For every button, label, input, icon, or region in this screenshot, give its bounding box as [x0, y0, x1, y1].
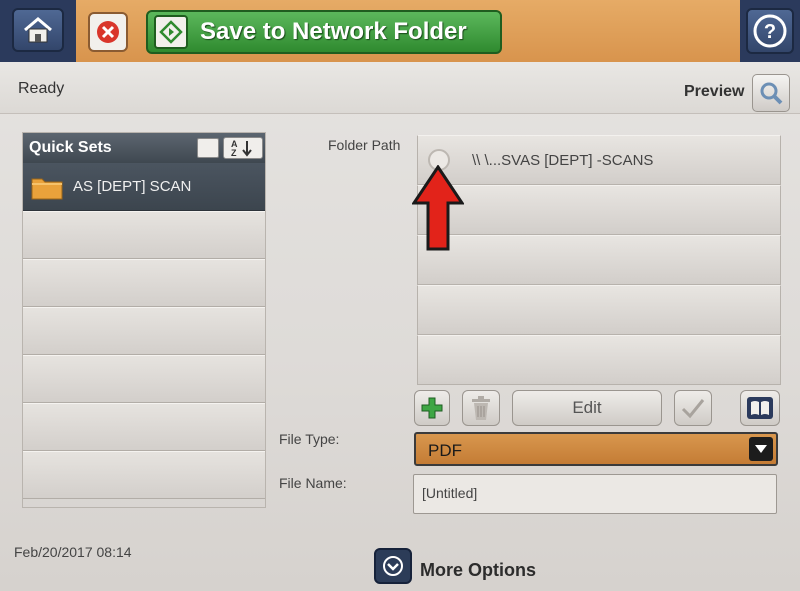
- save-to-network-folder-button[interactable]: Save to Network Folder: [146, 10, 502, 54]
- check-icon: [681, 399, 705, 419]
- status-bar: Ready Preview: [0, 62, 800, 114]
- add-icon: [421, 397, 443, 419]
- quick-set-item-label: AS [DEPT] SCAN: [73, 178, 192, 195]
- start-button-label: Save to Network Folder: [200, 18, 467, 45]
- quick-sets-panel: Quick Sets A Z AS [DEPT] SCAN: [22, 132, 266, 508]
- help-button[interactable]: ?: [746, 8, 794, 54]
- edit-button-label: Edit: [572, 398, 602, 417]
- delete-button[interactable]: [462, 390, 500, 426]
- book-icon: [747, 397, 773, 419]
- sort-az-icon: A Z: [231, 139, 252, 157]
- folder-path-empty-row[interactable]: [417, 185, 781, 235]
- quick-set-empty-slot[interactable]: [23, 307, 265, 355]
- quick-set-empty-slot[interactable]: [23, 211, 265, 259]
- quick-sets-title: Quick Sets: [29, 139, 112, 156]
- chevron-down-icon: [749, 437, 773, 461]
- start-icon: [154, 15, 188, 49]
- file-type-label: File Type:: [279, 431, 340, 447]
- quick-set-empty-slot[interactable]: [23, 355, 265, 403]
- folder-path-text: \\ \...SVAS [DEPT] -SCANS: [472, 151, 654, 169]
- trash-icon: [472, 396, 490, 420]
- folder-path-empty-row[interactable]: [417, 235, 781, 285]
- folder-path-row[interactable]: \\ \...SVAS [DEPT] -SCANS: [417, 135, 781, 185]
- file-type-select[interactable]: PDF: [414, 432, 778, 466]
- scan-screen: Save to Network Folder ? Ready Preview Q…: [0, 0, 800, 591]
- quick-set-empty-slot[interactable]: [23, 259, 265, 307]
- bottom-bar: Feb/20/2017 08:14 More Options: [0, 532, 800, 591]
- edit-button[interactable]: Edit: [512, 390, 662, 426]
- quick-set-item[interactable]: AS [DEPT] SCAN: [23, 163, 265, 211]
- folder-path-empty-row[interactable]: [417, 335, 781, 385]
- cancel-button[interactable]: [88, 12, 128, 52]
- quick-sets-select-checkbox[interactable]: [197, 138, 219, 158]
- magnifier-icon: [760, 82, 783, 105]
- top-bar: Save to Network Folder ?: [0, 0, 800, 62]
- sort-button[interactable]: A Z: [223, 137, 263, 159]
- svg-text:Z: Z: [231, 148, 237, 157]
- folder-path-empty-row[interactable]: [417, 285, 781, 335]
- red-arrow-annotation: [412, 165, 464, 251]
- quick-set-empty-slot[interactable]: [23, 403, 265, 451]
- chevron-down-icon: [383, 556, 403, 576]
- folder-icon: [31, 174, 63, 200]
- datetime-text: Feb/20/2017 08:14: [14, 544, 132, 560]
- folder-path-list: \\ \...SVAS [DEPT] -SCANS: [417, 135, 781, 385]
- home-button[interactable]: [12, 8, 64, 52]
- add-button[interactable]: [414, 390, 450, 426]
- confirm-button[interactable]: [674, 390, 712, 426]
- preview-button[interactable]: [752, 74, 790, 112]
- help-icon: ?: [753, 14, 787, 48]
- file-name-input[interactable]: [Untitled]: [413, 474, 777, 514]
- quick-set-empty-slot[interactable]: [23, 451, 265, 499]
- file-type-value: PDF: [428, 441, 462, 460]
- more-options-button[interactable]: [374, 548, 412, 584]
- home-icon: [24, 17, 52, 43]
- svg-text:?: ?: [764, 21, 776, 43]
- cancel-icon: [97, 21, 119, 43]
- preview-label: Preview: [684, 83, 745, 100]
- more-options-label[interactable]: More Options: [420, 560, 536, 581]
- folder-path-label: Folder Path: [328, 137, 401, 153]
- quick-sets-header: Quick Sets A Z: [23, 133, 265, 163]
- address-book-button[interactable]: [740, 390, 780, 426]
- status-text: Ready: [18, 80, 65, 97]
- file-name-label: File Name:: [279, 475, 347, 491]
